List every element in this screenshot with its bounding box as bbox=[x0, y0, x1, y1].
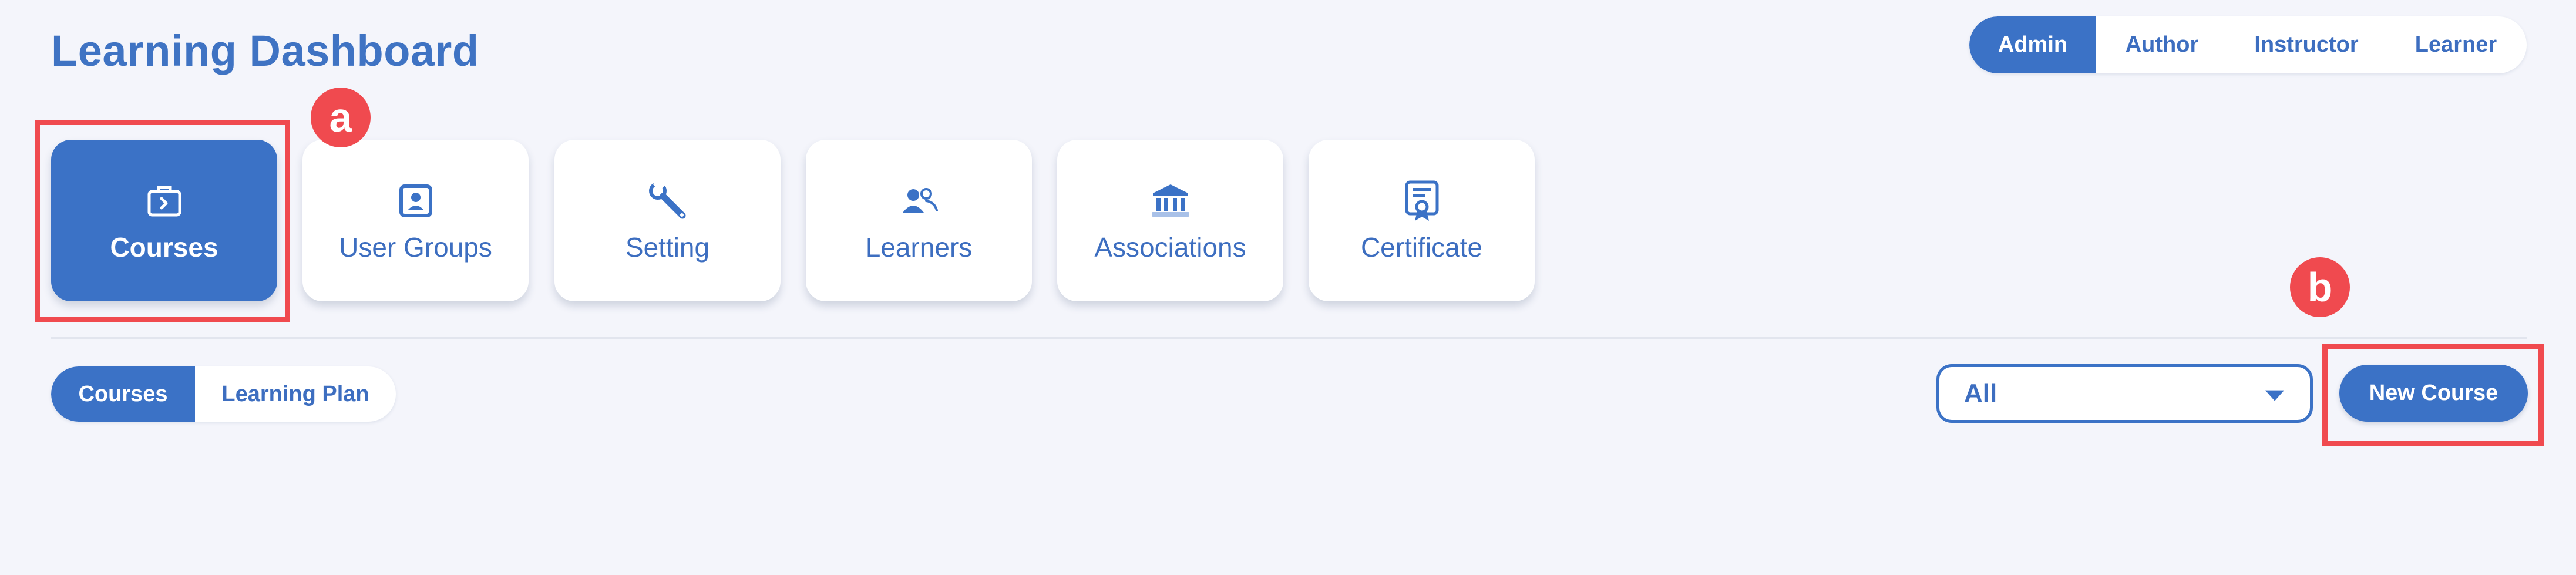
role-author-button[interactable]: Author bbox=[2096, 16, 2228, 73]
divider bbox=[51, 337, 2527, 339]
filter-dropdown[interactable]: All bbox=[1936, 364, 2313, 423]
tile-user-groups[interactable]: User Groups bbox=[302, 140, 529, 301]
tile-user-groups-label: User Groups bbox=[339, 231, 492, 263]
annotation-badge-b: b bbox=[2290, 257, 2350, 317]
new-course-button[interactable]: New Course bbox=[2339, 365, 2528, 422]
tile-certificate-label: Certificate bbox=[1360, 231, 1483, 263]
tile-learners-label: Learners bbox=[865, 231, 973, 263]
annotation-badge-a: a bbox=[311, 88, 371, 147]
role-instructor-button[interactable]: Instructor bbox=[2228, 16, 2385, 73]
filter-dropdown-value: All bbox=[1964, 379, 1997, 408]
id-badge-icon bbox=[394, 179, 438, 223]
tile-setting[interactable]: Setting bbox=[554, 140, 781, 301]
wrench-icon bbox=[645, 179, 690, 223]
course-subtabs: Courses Learning Plan bbox=[51, 366, 396, 422]
role-admin-button[interactable]: Admin bbox=[1969, 16, 2096, 73]
role-switcher: Admin Author Instructor Learner bbox=[1969, 16, 2527, 73]
subtab-learning-plan[interactable]: Learning Plan bbox=[195, 366, 396, 422]
people-icon bbox=[897, 179, 941, 223]
institution-icon bbox=[1148, 179, 1193, 223]
tile-setting-label: Setting bbox=[625, 231, 710, 263]
subtab-courses[interactable]: Courses bbox=[51, 366, 195, 422]
tile-associations[interactable]: Associations bbox=[1057, 140, 1283, 301]
tile-associations-label: Associations bbox=[1094, 231, 1246, 263]
tile-learners[interactable]: Learners bbox=[806, 140, 1032, 301]
certificate-icon bbox=[1400, 179, 1444, 223]
role-learner-button[interactable]: Learner bbox=[2385, 16, 2527, 73]
caret-down-icon bbox=[2265, 390, 2284, 401]
highlight-box-a bbox=[35, 120, 290, 322]
page-title: Learning Dashboard bbox=[51, 26, 479, 75]
tile-certificate[interactable]: Certificate bbox=[1309, 140, 1535, 301]
